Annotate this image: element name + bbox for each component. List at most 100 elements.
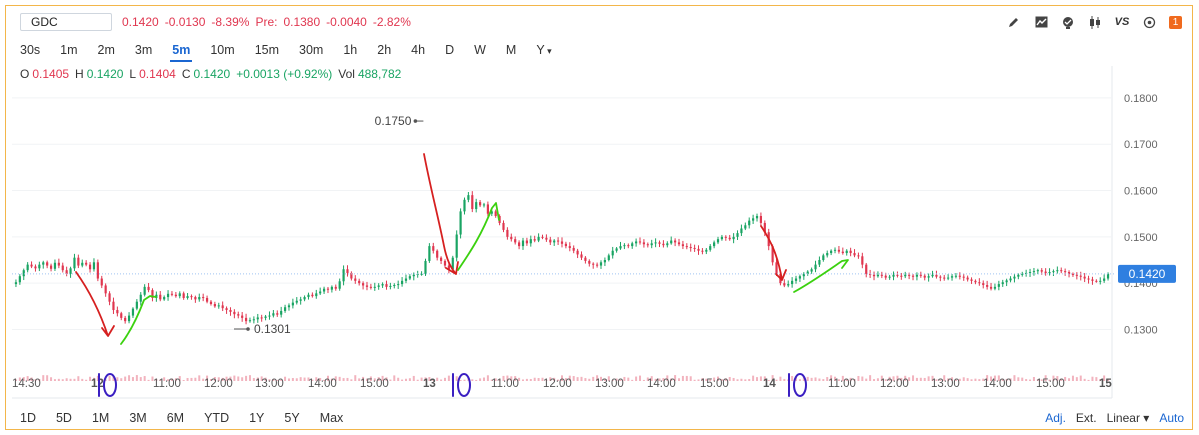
candle-body <box>619 246 622 249</box>
candle-body <box>564 243 568 247</box>
candle-body <box>572 247 575 251</box>
candle-body <box>525 240 528 244</box>
candle-body <box>666 243 669 246</box>
candle-body <box>471 195 474 210</box>
range-tab-1d[interactable]: 1D <box>20 411 36 425</box>
range-tab-1m[interactable]: 1M <box>92 411 109 425</box>
x-tick-label: 12:00 <box>543 378 572 390</box>
candle-body <box>81 262 84 266</box>
candle-body <box>18 276 21 283</box>
x-tick-label: 14:30 <box>12 378 41 390</box>
volume-bar <box>393 375 396 381</box>
candle-body <box>268 315 271 317</box>
volume-bar <box>108 375 111 381</box>
volume-bar <box>303 377 306 381</box>
candle-body <box>1052 271 1055 273</box>
range-tab-ytd[interactable]: YTD <box>204 411 229 425</box>
volume-bar <box>77 376 80 381</box>
candle-body <box>962 276 965 278</box>
annotation-stroke <box>793 259 849 293</box>
candle-body <box>209 301 213 304</box>
candle-body <box>244 317 248 322</box>
candle-body <box>674 240 677 243</box>
candle-body <box>794 278 798 281</box>
volume-bar <box>736 379 739 381</box>
auto-scale-toggle[interactable]: Auto <box>1159 411 1184 425</box>
range-tab-5y[interactable]: 5Y <box>284 411 299 425</box>
volume-bar <box>46 375 49 381</box>
candle-body <box>229 310 232 312</box>
x-tick-label: 15:00 <box>360 378 389 390</box>
x-tick-label: 13:00 <box>595 378 624 390</box>
volume-bar <box>857 375 860 381</box>
candle-body <box>1044 271 1047 273</box>
candle-body <box>174 294 177 297</box>
scale-select[interactable]: Linear ▾ <box>1107 411 1150 425</box>
candle-body <box>397 284 400 286</box>
candle-body <box>880 274 883 276</box>
candle-body <box>455 234 458 258</box>
range-tab-6m[interactable]: 6M <box>167 411 184 425</box>
range-tab-5d[interactable]: 5D <box>56 411 72 425</box>
volume-bar <box>678 378 681 381</box>
candle-body <box>884 275 887 278</box>
candle-body <box>482 204 486 206</box>
candle-body <box>346 269 349 273</box>
candle-body <box>599 262 603 266</box>
volume-bar <box>131 377 134 381</box>
candle-body <box>978 282 981 284</box>
candle-body <box>635 241 638 244</box>
volume-bar <box>748 379 751 381</box>
candle-body <box>989 286 993 289</box>
candle-body <box>716 239 720 243</box>
volume-bar <box>1021 377 1024 381</box>
range-tab-max[interactable]: Max <box>320 411 344 425</box>
adjusted-toggle[interactable]: Adj. <box>1045 411 1066 425</box>
volume-bar <box>810 377 813 381</box>
volume-bar <box>245 375 248 381</box>
x-tick-label: 14:00 <box>647 378 676 390</box>
candle-body <box>584 257 587 261</box>
candle-body <box>96 262 99 279</box>
candle-body <box>896 274 899 276</box>
range-tab-1y[interactable]: 1Y <box>249 411 264 425</box>
candle-body <box>412 274 415 277</box>
candle-body <box>908 274 911 276</box>
volume-bar <box>42 375 45 381</box>
candle-body <box>1095 280 1098 282</box>
extended-toggle[interactable]: Ext. <box>1076 411 1097 425</box>
candle-body <box>1091 279 1094 281</box>
volume-bar <box>147 379 150 381</box>
y-tick-label: 0.1600 <box>1124 186 1158 198</box>
candle-body <box>194 297 197 300</box>
candle-body <box>1048 272 1051 274</box>
range-tab-3m[interactable]: 3M <box>129 411 146 425</box>
candle-body <box>798 276 802 279</box>
candle-body <box>627 245 630 247</box>
min-price-label: 0.1301 <box>254 322 291 336</box>
volume-bar <box>635 376 638 381</box>
candle-body <box>393 285 396 287</box>
candle-body <box>775 262 778 274</box>
candle-body <box>615 248 618 251</box>
volume-bar <box>69 378 72 381</box>
volume-bar <box>744 379 747 381</box>
candle-body <box>1009 278 1012 281</box>
candle-body <box>662 243 665 246</box>
candle-body <box>732 236 735 240</box>
candle-body <box>580 254 583 258</box>
candle-body <box>338 281 341 289</box>
price-chart[interactable]: 0.18000.17000.16000.15000.14000.13000.14… <box>6 6 1192 429</box>
volume-bar <box>139 377 142 381</box>
candle-body <box>876 274 880 277</box>
candle-body <box>1079 275 1082 277</box>
volume-bar <box>397 377 400 381</box>
candle-body <box>954 275 958 277</box>
candle-body <box>713 242 716 247</box>
candle-body <box>131 308 135 316</box>
candle-body <box>849 250 852 254</box>
volume-bar <box>416 379 419 381</box>
candle-body <box>986 285 989 287</box>
candle-body <box>166 293 170 298</box>
candle-body <box>69 268 72 274</box>
